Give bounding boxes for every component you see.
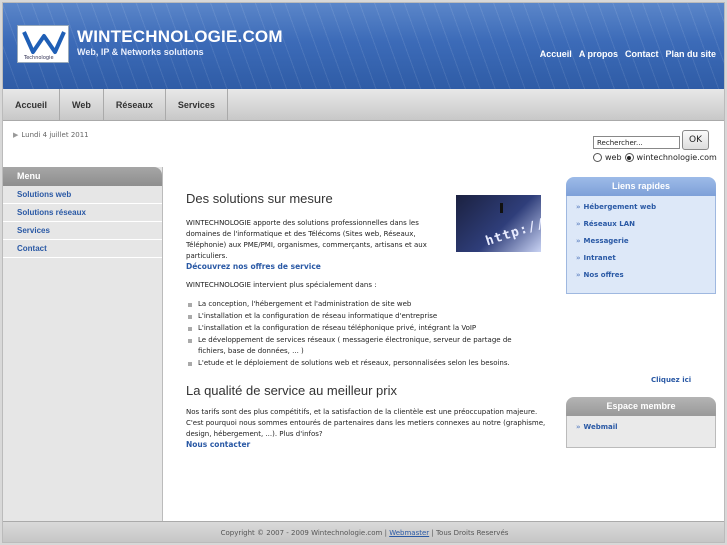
tab-bar: Accueil Web Réseaux Services bbox=[3, 89, 724, 121]
date-line: ▶ Lundi 4 juillet 2011 bbox=[13, 131, 89, 139]
member-list: » Webmail bbox=[566, 416, 716, 448]
site-title[interactable]: WINTECHNOLOGIE.COM bbox=[77, 27, 283, 47]
top-nav-plan-du-site[interactable]: Plan du site bbox=[665, 49, 716, 59]
double-chevron-icon: » bbox=[576, 220, 581, 228]
radio-web[interactable] bbox=[593, 153, 602, 162]
logo-w-icon bbox=[22, 31, 66, 54]
quick-links-box: Liens rapides » Hébergement web » Réseaux … bbox=[566, 177, 716, 294]
tab-services[interactable]: Services bbox=[166, 89, 228, 121]
logo-label: Technologie bbox=[24, 55, 54, 61]
tab-web[interactable]: Web bbox=[60, 89, 104, 121]
menu-item-contact[interactable]: Contact bbox=[3, 240, 162, 258]
double-chevron-icon: » bbox=[576, 237, 581, 245]
tab-accueil[interactable]: Accueil bbox=[3, 89, 61, 121]
quick-links-header: Liens rapides bbox=[566, 177, 716, 196]
member-box: Espace membre » Webmail bbox=[566, 397, 716, 448]
main-content: Des solutions sur mesure WINTECHNOLOGIE … bbox=[186, 191, 546, 449]
services-list: La conception, l'hébergement et l'admini… bbox=[186, 299, 541, 369]
quick-link-label: Nos offres bbox=[583, 271, 624, 279]
top-nav-a-propos[interactable]: A propos bbox=[579, 49, 618, 59]
site-logo[interactable]: Technologie bbox=[17, 25, 69, 63]
quick-link-reseaux-lan[interactable]: » Réseaux LAN bbox=[567, 217, 715, 234]
section-title-solutions: Des solutions sur mesure bbox=[186, 191, 333, 206]
quick-link-label: Intranet bbox=[583, 254, 616, 262]
site-tagline: Web, IP & Networks solutions bbox=[77, 47, 204, 57]
double-chevron-icon: » bbox=[576, 271, 581, 279]
member-link-label: Webmail bbox=[583, 423, 618, 431]
quick-links-list: » Hébergement web » Réseaux LAN » Messageri… bbox=[566, 196, 716, 294]
footer: Copyright © 2007 - 2009 Wintechnologie.c… bbox=[3, 521, 724, 542]
member-header: Espace membre bbox=[566, 397, 716, 416]
double-chevron-icon: » bbox=[576, 203, 581, 211]
radio-web-label: web bbox=[605, 153, 622, 162]
list-item: L'etude et le déploiement de solutions w… bbox=[186, 358, 541, 369]
quick-link-hebergement[interactable]: » Hébergement web bbox=[567, 200, 715, 217]
menu-header: Menu bbox=[3, 167, 162, 186]
member-link-webmail[interactable]: » Webmail bbox=[567, 420, 715, 437]
radio-wintechnologie[interactable] bbox=[624, 153, 634, 162]
top-nav-contact[interactable]: Contact bbox=[625, 49, 659, 59]
top-nav-accueil[interactable]: Accueil bbox=[540, 49, 572, 59]
page: Technologie WINTECHNOLOGIE.COM Web, IP &… bbox=[2, 2, 725, 543]
quick-link-intranet[interactable]: » Intranet bbox=[567, 251, 715, 268]
list-item: La conception, l'hébergement et l'admini… bbox=[186, 299, 541, 310]
triangle-right-icon: ▶ bbox=[13, 131, 19, 139]
footer-rights: | Tous Droits Reservés bbox=[431, 529, 509, 537]
section-title-qualite: La qualité de service au meilleur prix bbox=[186, 383, 397, 398]
current-date: Lundi 4 juillet 2011 bbox=[21, 131, 89, 139]
quick-link-nos-offres[interactable]: » Nos offres bbox=[567, 268, 715, 285]
double-chevron-icon: » bbox=[576, 254, 581, 262]
cliquez-ici-link[interactable]: Cliquez ici bbox=[651, 376, 691, 384]
footer-webmaster-link[interactable]: Webmaster bbox=[389, 529, 429, 537]
link-nous-contacter[interactable]: Nous contacter bbox=[186, 440, 546, 449]
top-nav: Accueil A propos Contact Plan du site bbox=[540, 49, 716, 59]
quick-link-label: Réseaux LAN bbox=[583, 220, 635, 228]
list-item: L'installation et la configuration de ré… bbox=[186, 323, 541, 334]
tab-reseaux[interactable]: Réseaux bbox=[104, 89, 166, 121]
link-offres-service[interactable]: Découvrez nos offres de service bbox=[186, 262, 546, 271]
menu-item-services[interactable]: Services bbox=[3, 222, 162, 240]
section-paragraph-solutions: WINTECHNOLOGIE apporte des solutions pro… bbox=[186, 219, 427, 260]
footer-copyright: Copyright © 2007 - 2009 Wintechnologie.c… bbox=[220, 529, 387, 537]
menu-item-solutions-reseaux[interactable]: Solutions réseaux bbox=[3, 204, 162, 222]
quick-link-label: Hébergement web bbox=[583, 203, 657, 211]
search-button[interactable]: OK bbox=[682, 130, 709, 150]
quick-link-label: Messagerie bbox=[583, 237, 629, 245]
list-item: Le développement de services réseaux ( m… bbox=[186, 335, 541, 357]
section-paragraph-qualite: Nos tarifs sont des plus compétitifs, et… bbox=[186, 408, 546, 438]
double-chevron-icon: » bbox=[576, 423, 581, 431]
search-input[interactable] bbox=[593, 136, 680, 149]
menu-item-solutions-web[interactable]: Solutions web bbox=[3, 186, 162, 204]
header: Technologie WINTECHNOLOGIE.COM Web, IP &… bbox=[3, 3, 724, 89]
radio-wintechnologie-label: wintechnologie.com bbox=[636, 153, 717, 162]
search-scope-options: web wintechnologie.com bbox=[593, 153, 717, 162]
left-menu: Menu Solutions web Solutions réseaux Ser… bbox=[3, 167, 163, 521]
section-intro: WINTECHNOLOGIE intervient plus spécialem… bbox=[186, 281, 377, 289]
quick-link-messagerie[interactable]: » Messagerie bbox=[567, 234, 715, 251]
list-item: L'installation et la configuration de ré… bbox=[186, 311, 541, 322]
